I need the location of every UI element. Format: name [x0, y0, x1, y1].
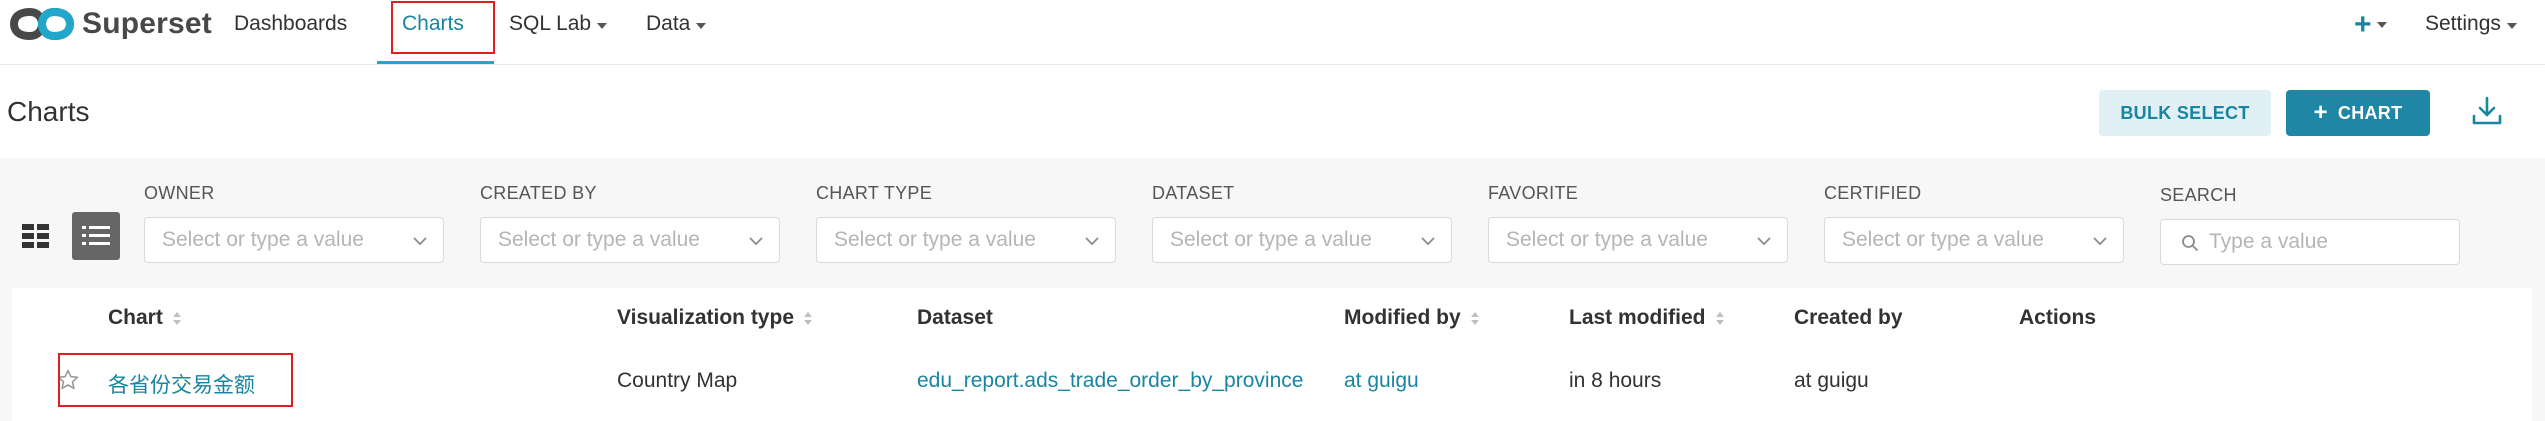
caret-down-icon: [2506, 22, 2517, 29]
filter-created-by: CREATED BY Select or type a value: [480, 183, 780, 263]
superset-logo[interactable]: Superset: [10, 4, 212, 44]
last-modified-cell: in 8 hours: [1569, 369, 1662, 392]
visualization-type-cell: Country Map: [617, 369, 738, 392]
download-icon[interactable]: [2470, 94, 2504, 133]
dataset-select[interactable]: Select or type a value: [1152, 217, 1452, 263]
column-header-label: Dataset: [917, 306, 993, 329]
chevron-down-icon: [2093, 237, 2107, 246]
filter-search: SEARCH Type a value: [2160, 185, 2460, 265]
chart-name-link[interactable]: 各省份交易金额: [108, 369, 255, 399]
chevron-down-icon: [413, 237, 427, 246]
caret-down-icon: [2376, 22, 2387, 28]
caret-down-icon: [696, 22, 707, 29]
select-placeholder: Select or type a value: [1506, 228, 1708, 251]
bulk-select-button[interactable]: BULK SELECT: [2099, 90, 2271, 136]
created-by-cell: at guigu: [1794, 369, 1869, 392]
caret-down-icon: [597, 22, 608, 29]
nav-sql-lab-label: SQL Lab: [509, 12, 592, 35]
filter-label: CREATED BY: [480, 183, 597, 203]
chevron-down-icon: [749, 237, 763, 246]
column-header-created-by: Created by: [1794, 306, 1903, 330]
nav-sql-lab[interactable]: SQL Lab: [509, 12, 608, 36]
search-icon: [2182, 235, 2198, 251]
column-header-actions: Actions: [2019, 306, 2096, 330]
select-placeholder: Select or type a value: [1170, 228, 1372, 251]
column-header-label: Created by: [1794, 306, 1903, 329]
bulk-select-label: BULK SELECT: [2120, 102, 2250, 123]
nav-charts[interactable]: Charts: [402, 12, 464, 36]
nav-data-label: Data: [646, 12, 691, 35]
filter-certified: CERTIFIED Select or type a value: [1824, 183, 2124, 263]
filter-label: DATASET: [1152, 183, 1235, 203]
column-header-chart[interactable]: Chart: [108, 306, 181, 330]
favorite-select[interactable]: Select or type a value: [1488, 217, 1788, 263]
filter-label: SEARCH: [2160, 185, 2237, 205]
sort-icon: [1715, 311, 1724, 325]
brand-name: Superset: [82, 7, 212, 40]
favorite-star-icon[interactable]: [56, 368, 80, 397]
grid-view-icon: [22, 224, 49, 248]
search-placeholder: Type a value: [2209, 230, 2329, 253]
nav-dashboards-label: Dashboards: [234, 12, 348, 35]
filter-label: FAVORITE: [1488, 183, 1579, 203]
select-placeholder: Select or type a value: [1842, 228, 2044, 251]
search-input[interactable]: Type a value: [2160, 219, 2460, 265]
select-placeholder: Select or type a value: [834, 228, 1036, 251]
chevron-down-icon: [1757, 237, 1771, 246]
superset-logo-icon: [10, 7, 74, 41]
nav-settings-label: Settings: [2425, 12, 2501, 35]
column-header-label: Actions: [2019, 306, 2097, 329]
plus-icon: +: [2313, 99, 2328, 126]
card-view-toggle[interactable]: [12, 212, 60, 260]
column-header-visualization-type[interactable]: Visualization type: [617, 306, 812, 330]
filter-label: CHART TYPE: [816, 183, 933, 203]
top-navbar: Superset Dashboards Charts SQL Lab Data …: [0, 0, 2545, 65]
sort-icon: [172, 311, 181, 325]
column-header-modified-by[interactable]: Modified by: [1344, 306, 1479, 330]
add-chart-label: CHART: [2337, 102, 2403, 123]
active-tab-indicator: [377, 61, 494, 64]
select-placeholder: Select or type a value: [162, 228, 364, 251]
chevron-down-icon: [1085, 237, 1099, 246]
list-view-icon: [82, 226, 110, 245]
certified-select[interactable]: Select or type a value: [1824, 217, 2124, 263]
nav-dashboards[interactable]: Dashboards: [234, 12, 347, 36]
nav-data[interactable]: Data: [646, 12, 707, 36]
column-header-dataset: Dataset: [917, 306, 993, 330]
chevron-down-icon: [1421, 237, 1435, 246]
page-title: Charts: [7, 96, 90, 127]
column-header-label: Last modified: [1569, 306, 1706, 329]
column-header-last-modified[interactable]: Last modified: [1569, 306, 1724, 330]
column-header-label: Chart: [108, 306, 163, 329]
nav-settings[interactable]: Settings: [2425, 12, 2517, 36]
charts-table: [12, 288, 2532, 421]
column-header-label: Visualization type: [617, 306, 794, 329]
plus-icon: +: [2354, 8, 2372, 41]
sort-icon: [804, 311, 812, 325]
list-view-toggle[interactable]: [72, 212, 120, 260]
chart-type-select[interactable]: Select or type a value: [816, 217, 1116, 263]
filter-dataset: DATASET Select or type a value: [1152, 183, 1452, 263]
nav-charts-label: Charts: [402, 12, 464, 35]
created-by-select[interactable]: Select or type a value: [480, 217, 780, 263]
filter-owner: OWNER Select or type a value: [144, 183, 444, 263]
add-chart-button[interactable]: + CHART: [2286, 90, 2430, 136]
column-header-label: Modified by: [1344, 306, 1461, 329]
owner-select[interactable]: Select or type a value: [144, 217, 444, 263]
filter-label: OWNER: [144, 183, 215, 203]
modified-by-link[interactable]: at guigu: [1344, 369, 1419, 393]
filter-chart-type: CHART TYPE Select or type a value: [816, 183, 1116, 263]
filter-label: CERTIFIED: [1824, 183, 1922, 203]
select-placeholder: Select or type a value: [498, 228, 700, 251]
dataset-link[interactable]: edu_report.ads_trade_order_by_province: [917, 369, 1303, 393]
new-item-menu[interactable]: +: [2354, 8, 2387, 42]
sort-icon: [1470, 311, 1479, 325]
filter-favorite: FAVORITE Select or type a value: [1488, 183, 1788, 263]
